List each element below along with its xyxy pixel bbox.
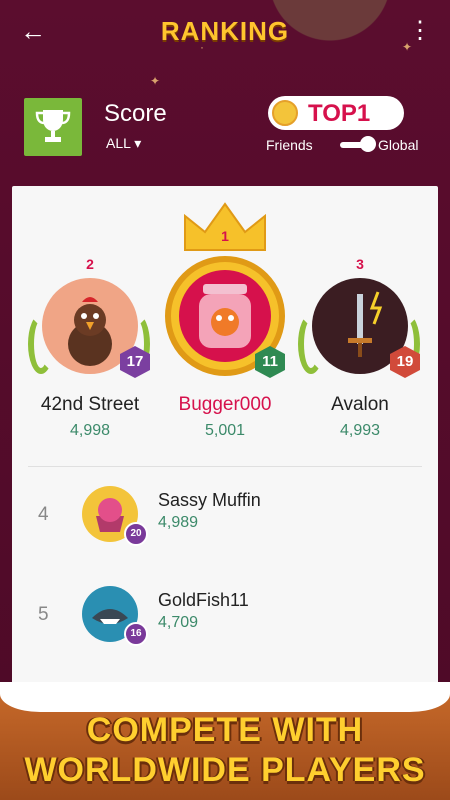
top1-badge: TOP1 [268, 96, 404, 130]
player-score: 4,989 [158, 514, 199, 531]
trophy-icon [24, 98, 82, 156]
list-item[interactable]: 5 16 GoldFish11 4,709 [12, 586, 438, 656]
level-badge: 16 [124, 622, 148, 646]
list-item[interactable]: 4 20 Sassy Muffin 4,989 [12, 486, 438, 556]
rank-number: 4 [38, 504, 49, 525]
player-score: 5,001 [204, 422, 246, 439]
banner-text: COMPETE WITH WORLDWIDE PLAYERS [0, 710, 450, 790]
player-name: GoldFish11 [158, 590, 249, 610]
score-title: Score [104, 100, 167, 127]
player-score: 4,993 [339, 422, 381, 439]
toggle-left-label: Friends [266, 137, 313, 153]
more-menu-icon[interactable]: ⋮ [408, 16, 432, 46]
star-decoration: ✦ [150, 74, 161, 88]
avatar-jar [179, 270, 271, 362]
top1-label: TOP1 [308, 100, 371, 127]
rank-number: 3 [356, 256, 364, 272]
player-score: 4,998 [69, 422, 111, 439]
toggle-right-label: Global [378, 137, 419, 153]
wreath-left [28, 314, 54, 374]
podium-third[interactable]: 3 19 Avalon 4,993 [290, 186, 430, 439]
player-name: 42nd Street [40, 394, 140, 415]
player-name: Sassy Muffin [158, 490, 261, 510]
banner-line-1: COMPETE WITH [86, 711, 364, 749]
snow-decoration [0, 682, 450, 712]
rank-number: 1 [221, 228, 229, 244]
banner-line-2: WORLDWIDE PLAYERS [24, 751, 426, 789]
medal-icon [272, 100, 298, 126]
top-bar: ← RANKING ⋮ [0, 0, 450, 64]
filter-dropdown[interactable]: ALL ▾ [106, 135, 141, 152]
player-name: Bugger000 [178, 394, 272, 415]
player-score: 4,709 [158, 614, 199, 631]
player-name: Avalon [331, 394, 389, 415]
promo-banner: COMPETE WITH WORLDWIDE PLAYERS [0, 682, 450, 800]
divider [28, 466, 422, 467]
rank-number: 2 [86, 256, 94, 272]
rank-number: 5 [38, 604, 49, 625]
page-title: RANKING [160, 16, 290, 46]
podium-second[interactable]: 2 17 42nd Street 4,998 [20, 186, 160, 439]
wreath-left [298, 314, 324, 374]
toggle-knob[interactable] [360, 136, 376, 152]
ranking-card: 2 17 42nd Street 4,998 1 11 Bugger000 5,… [12, 186, 438, 746]
friends-global-toggle[interactable]: Friends Global [266, 135, 426, 155]
level-badge: 20 [124, 522, 148, 546]
jar-monster-icon [199, 284, 251, 348]
podium-first[interactable]: 1 11 Bugger000 5,001 [155, 186, 295, 439]
